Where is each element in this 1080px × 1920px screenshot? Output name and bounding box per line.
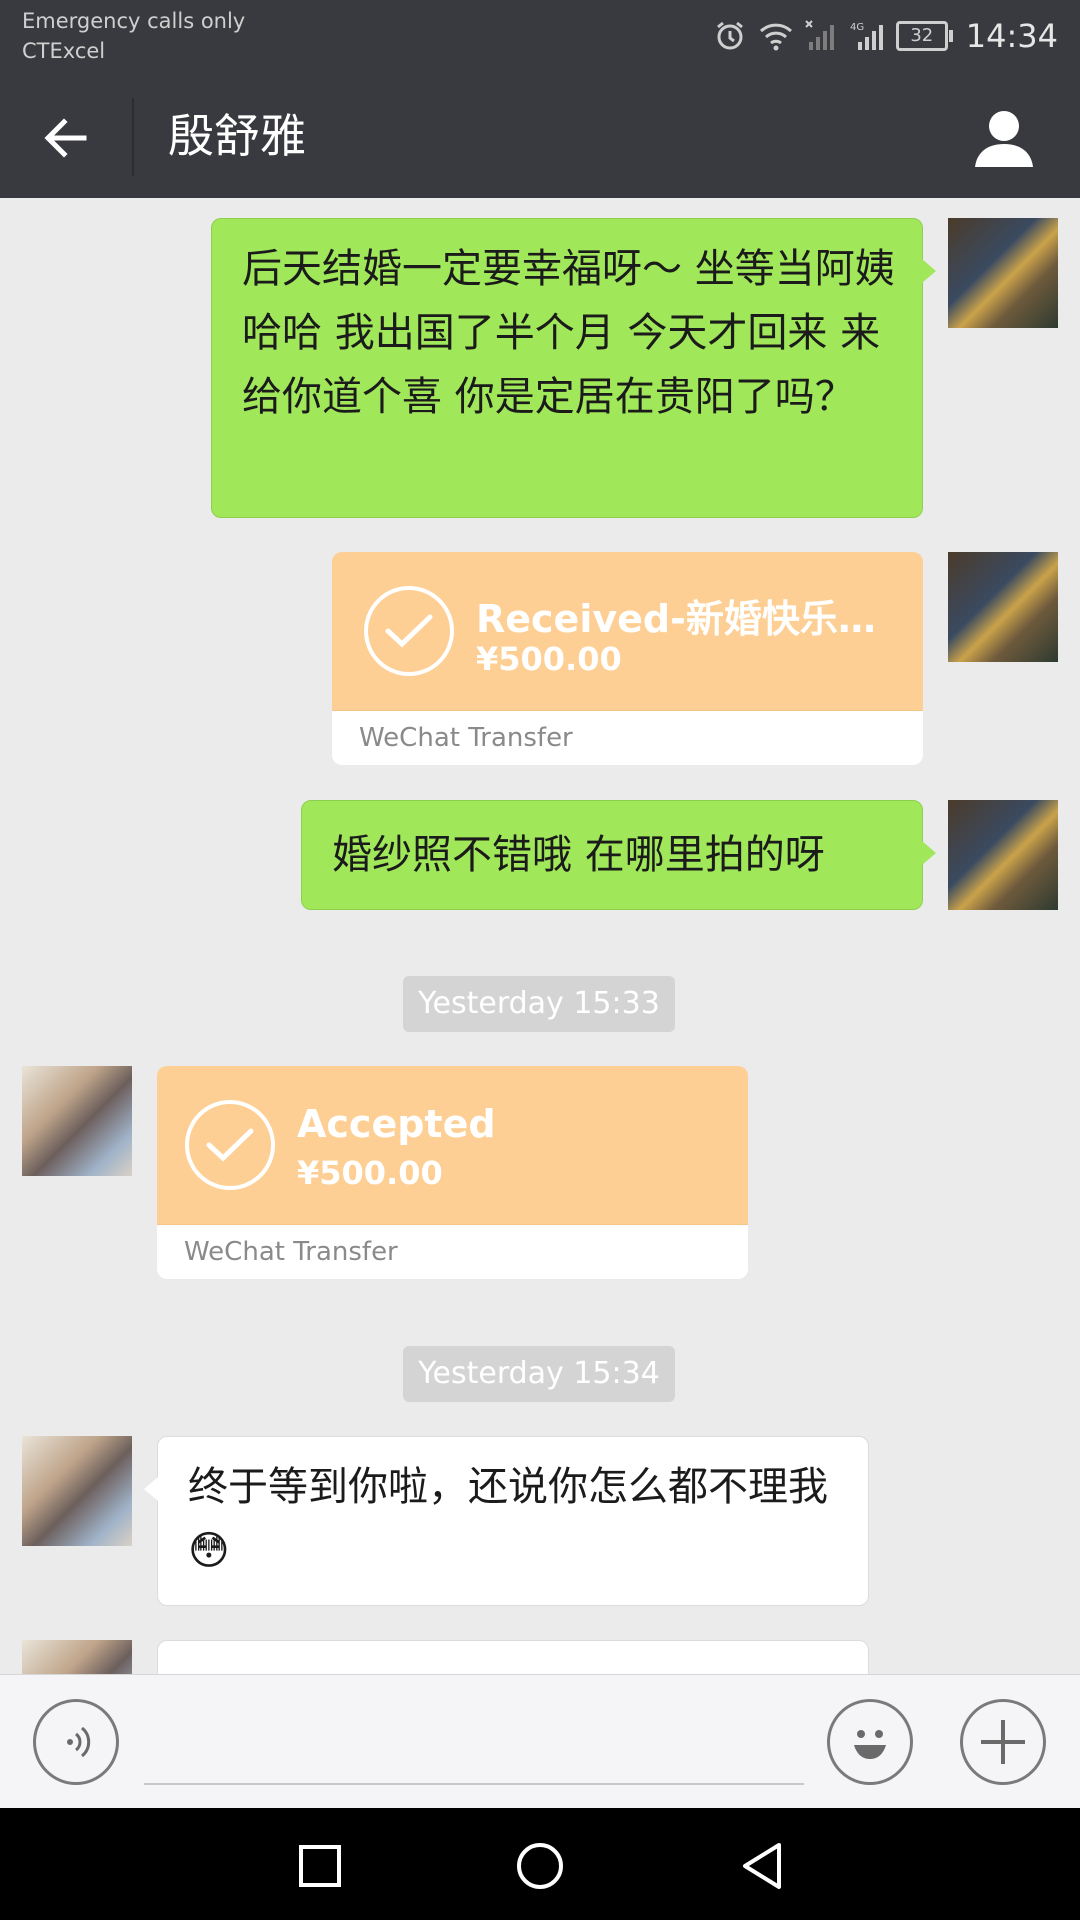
home-button[interactable] — [510, 1836, 570, 1896]
message-bubble-sent[interactable]: 婚纱照不错哦 在哪里拍的呀 — [301, 800, 936, 910]
battery-icon: 32 — [895, 21, 953, 51]
transfer-card-accepted[interactable]: Accepted ¥500.00 WeChat Transfer — [157, 1066, 748, 1279]
signal-4g-icon: 4G — [850, 18, 886, 54]
transfer-amount: ¥500.00 — [297, 1154, 443, 1192]
circle-icon — [517, 1843, 563, 1889]
triangle-back-icon — [743, 1843, 781, 1889]
status-icons: 4G 32 14:34 — [712, 14, 1058, 58]
chat-messages[interactable]: 后天结婚一定要幸福呀～ 坐等当阿姨 哈哈 我出国了半个月 今天才回来 来给你道个… — [0, 198, 1080, 1674]
svg-text:4G: 4G — [850, 22, 864, 33]
message-bubble-sent[interactable]: 后天结婚一定要幸福呀～ 坐等当阿姨 哈哈 我出国了半个月 今天才回来 来给你道个… — [211, 218, 936, 518]
transfer-footer: WeChat Transfer — [157, 1224, 748, 1279]
chat-input-bar — [0, 1674, 1080, 1809]
my-avatar[interactable] — [948, 552, 1058, 662]
contact-avatar[interactable] — [22, 1640, 132, 1674]
carrier-info: Emergency calls only CTExcel — [22, 6, 245, 66]
transfer-title: Accepted — [297, 1102, 496, 1146]
timestamp: Yesterday 15:33 — [403, 976, 675, 1032]
back-button[interactable] — [32, 104, 100, 172]
contact-avatar[interactable] — [22, 1066, 132, 1176]
contact-profile-button[interactable] — [966, 100, 1042, 176]
square-icon — [299, 1845, 341, 1887]
signal-x-icon — [804, 18, 840, 54]
plus-icon — [981, 1720, 1025, 1764]
header-divider — [132, 98, 134, 176]
chat-title: 殷舒雅 — [168, 109, 306, 163]
recent-apps-button[interactable] — [290, 1836, 350, 1896]
transfer-card-body: Received-新婚快乐… ¥500.00 — [332, 552, 923, 710]
system-nav-bar — [0, 1808, 1080, 1920]
smiley-face-icon — [854, 1730, 886, 1759]
wifi-icon — [758, 18, 794, 54]
timestamp: Yesterday 15:34 — [403, 1346, 675, 1402]
status-bar: Emergency calls only CTExcel 4G 32 14:34 — [0, 0, 1080, 76]
carrier-line-1: Emergency calls only — [22, 9, 246, 33]
alarm-icon — [712, 18, 748, 54]
transfer-title: Received-新婚快乐… — [476, 597, 876, 641]
check-circle-icon — [364, 586, 454, 676]
contact-avatar[interactable] — [22, 1436, 132, 1546]
voice-button[interactable] — [33, 1699, 119, 1785]
message-text: 婚纱照不错哦 在哪里拍的呀 — [332, 832, 825, 878]
message-bubble-received-partial[interactable] — [157, 1640, 869, 1674]
person-icon — [975, 111, 1033, 167]
transfer-card-received[interactable]: Received-新婚快乐… ¥500.00 WeChat Transfer — [332, 552, 923, 765]
chat-header: 殷舒雅 — [0, 76, 1080, 198]
transfer-amount: ¥500.00 — [476, 640, 622, 678]
voice-wave-icon — [67, 1726, 91, 1758]
message-input[interactable] — [144, 1783, 804, 1785]
my-avatar[interactable] — [948, 218, 1058, 328]
carrier-line-2: CTExcel — [22, 39, 106, 63]
message-text: 终于等到你啦，还说你怎么都不理我😳 — [188, 1464, 828, 1574]
message-bubble-received[interactable]: 终于等到你啦，还说你怎么都不理我😳 — [144, 1436, 869, 1606]
status-time: 14:34 — [965, 17, 1058, 55]
more-button[interactable] — [960, 1699, 1046, 1785]
my-avatar[interactable] — [948, 800, 1058, 910]
message-text: 后天结婚一定要幸福呀～ 坐等当阿姨 哈哈 我出国了半个月 今天才回来 来给你道个… — [242, 246, 895, 420]
back-nav-button[interactable] — [732, 1836, 792, 1896]
transfer-card-body: Accepted ¥500.00 — [157, 1066, 748, 1224]
transfer-footer: WeChat Transfer — [332, 710, 923, 765]
check-circle-icon — [185, 1100, 275, 1190]
arrow-left-icon — [44, 118, 87, 158]
emoji-button[interactable] — [827, 1699, 913, 1785]
